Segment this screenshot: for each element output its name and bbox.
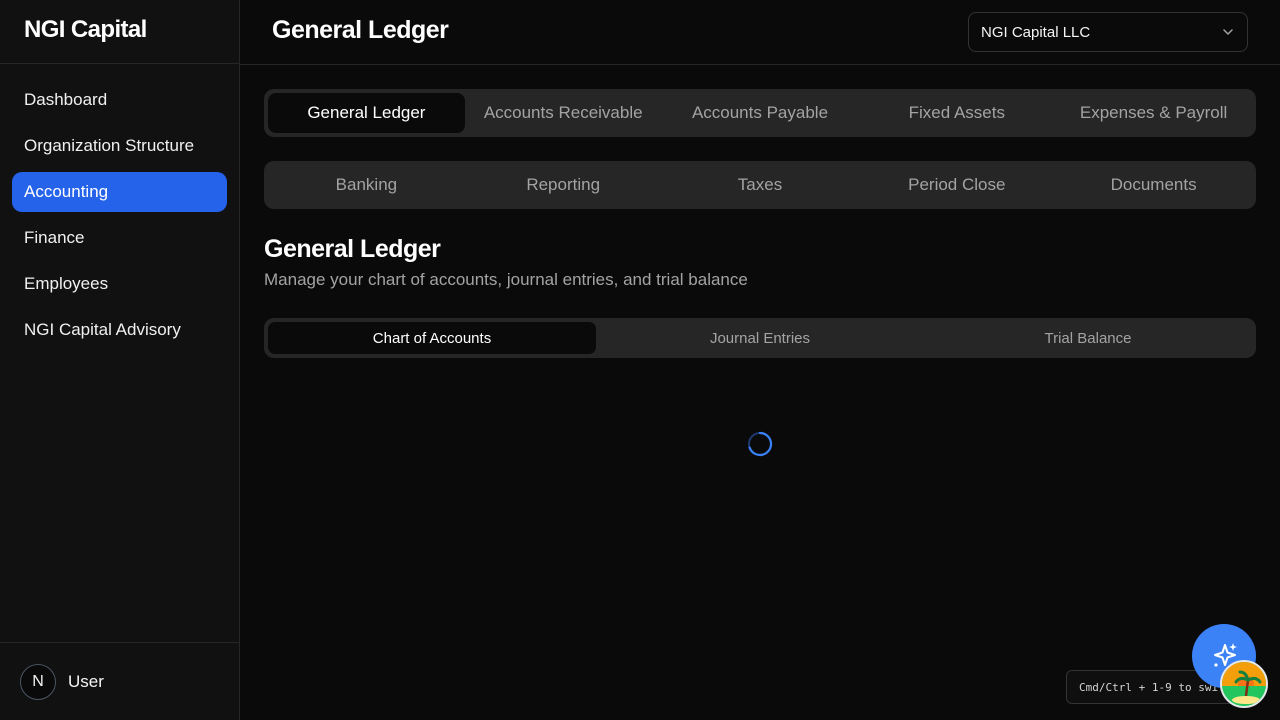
tab-accounts-payable[interactable]: Accounts Payable: [662, 93, 859, 133]
user-menu[interactable]: N User: [0, 642, 239, 720]
island-icon: [1222, 662, 1266, 706]
secondary-tabs: Banking Reporting Taxes Period Close Doc…: [264, 161, 1256, 209]
tab-taxes[interactable]: Taxes: [662, 165, 859, 205]
status-badge-image[interactable]: [1220, 660, 1268, 708]
tab-period-close[interactable]: Period Close: [858, 165, 1055, 205]
tab-expenses-payroll[interactable]: Expenses & Payroll: [1055, 93, 1252, 133]
brand: NGI Capital: [0, 0, 239, 64]
tab-trial-balance[interactable]: Trial Balance: [924, 322, 1252, 354]
sidebar-item-finance[interactable]: Finance: [12, 218, 227, 258]
avatar[interactable]: N: [20, 663, 56, 700]
tab-journal-entries[interactable]: Journal Entries: [596, 322, 924, 354]
page-title: General Ledger: [272, 16, 449, 44]
sidebar-item-employees[interactable]: Employees: [12, 264, 227, 304]
sidebar-item-dashboard[interactable]: Dashboard: [12, 80, 227, 120]
tab-accounts-receivable[interactable]: Accounts Receivable: [465, 93, 662, 133]
primary-tabs: General Ledger Accounts Receivable Accou…: [264, 89, 1256, 137]
entity-select[interactable]: NGI Capital LLC: [968, 12, 1248, 52]
top-header: General Ledger NGI Capital LLC: [240, 0, 1280, 65]
ledger-sub-tabs: Chart of Accounts Journal Entries Trial …: [264, 318, 1256, 358]
sidebar-item-accounting[interactable]: Accounting: [12, 172, 227, 212]
sidebar-nav: Dashboard Organization Structure Account…: [0, 64, 239, 350]
tab-banking[interactable]: Banking: [268, 165, 465, 205]
sidebar-item-organization-structure[interactable]: Organization Structure: [12, 126, 227, 166]
entity-select-value: NGI Capital LLC: [981, 23, 1091, 41]
sidebar-item-ngi-capital-advisory[interactable]: NGI Capital Advisory: [12, 310, 227, 350]
section-subtitle: Manage your chart of accounts, journal e…: [264, 270, 748, 289]
tab-documents[interactable]: Documents: [1055, 165, 1252, 205]
sidebar: NGI Capital Dashboard Organization Struc…: [0, 0, 240, 720]
brand-name[interactable]: NGI Capital: [24, 16, 147, 43]
user-name: User: [68, 671, 104, 691]
main-content: General Ledger Accounts Receivable Accou…: [264, 89, 1256, 358]
tab-chart-of-accounts[interactable]: Chart of Accounts: [268, 322, 596, 354]
chevron-down-icon: [1223, 29, 1233, 35]
section-title: General Ledger: [264, 235, 441, 263]
app-root: NGI Capital Dashboard Organization Struc…: [0, 0, 1280, 720]
tab-fixed-assets[interactable]: Fixed Assets: [858, 93, 1055, 133]
tab-general-ledger[interactable]: General Ledger: [268, 93, 465, 133]
loading-spinner-icon: [746, 430, 774, 458]
tab-reporting[interactable]: Reporting: [465, 165, 662, 205]
